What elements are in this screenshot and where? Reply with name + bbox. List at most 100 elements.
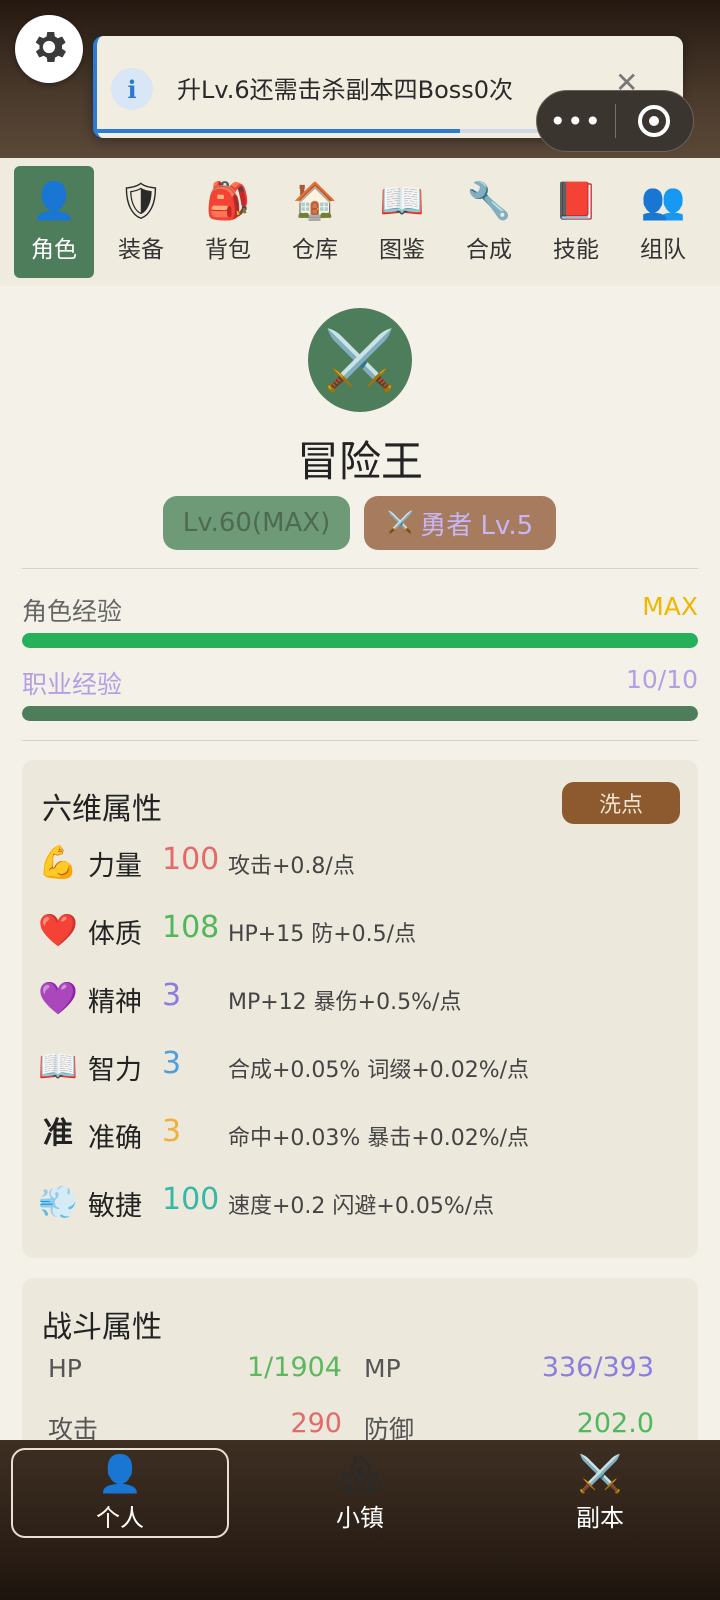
attributes-card: 六维属性 洗点 💪 力量 100 攻击+0.8/点 ❤️ 体质 108 HP+15 防+0.5… (22, 760, 698, 1258)
character-exp-value: MAX (642, 592, 698, 621)
zhun-glyph-icon: 准 (43, 1116, 73, 1151)
divider (22, 568, 698, 569)
gear-icon (28, 26, 70, 72)
toast-progress-fill (97, 129, 461, 133)
attribute-row: 💨 敏捷 100 速度+0.2 闪避+0.05%/点 (38, 1176, 678, 1228)
attribute-name: 精神 (88, 987, 142, 1018)
person-icon: 👤 (31, 181, 77, 222)
tab-label: 角色 (31, 237, 77, 263)
tab-label: 装备 (118, 237, 164, 263)
combat-stat-value: 202.0 (576, 1408, 654, 1439)
attribute-name: 体质 (88, 919, 142, 950)
backpack-icon: 🎒 (205, 181, 251, 222)
nav-town[interactable]: 🏘 小镇 (251, 1448, 469, 1538)
tab-label: 图鉴 (379, 237, 425, 263)
attribute-row: 💜 精神 3 MP+12 暴伤+0.5%/点 (38, 972, 678, 1024)
purple-heart-icon: 💜 (38, 979, 78, 1017)
nav-person[interactable]: 👤 个人 (11, 1448, 229, 1538)
tab-house[interactable]: 🏠 仓库 (275, 166, 355, 278)
combat-stat-value: 336/393 (541, 1352, 654, 1383)
attribute-row: ❤️ 体质 108 HP+15 防+0.5/点 (38, 904, 678, 956)
skill-book-icon: 📕 (553, 181, 599, 222)
nav-label: 小镇 (336, 1503, 384, 1532)
settings-button[interactable] (15, 15, 83, 83)
attribute-row: 📖 智力 3 合成+0.05% 词缀+0.02%/点 (38, 1040, 678, 1092)
more-menu-button[interactable]: ••• (537, 105, 615, 138)
nav-label: 个人 (96, 1503, 144, 1532)
tab-label: 技能 (553, 237, 599, 263)
attribute-row: 准准确 3 命中+0.03% 暴击+0.02%/点 (38, 1108, 678, 1160)
attribute-description: 攻击+0.8/点 (228, 854, 355, 879)
mini-program-capsule: ••• (536, 90, 694, 152)
heart-icon: ❤️ (38, 911, 78, 949)
attributes-title: 六维属性 (42, 792, 162, 827)
swords-icon: ⚔️ (577, 1453, 623, 1495)
tab-label: 背包 (205, 237, 251, 263)
attribute-value: 3 (162, 1046, 182, 1081)
combat-stat-label: MP (364, 1354, 401, 1383)
wrench-icon: 🔧 (466, 181, 512, 222)
job-exp-label: 职业经验 (22, 670, 123, 699)
attribute-description: HP+15 防+0.5/点 (228, 922, 417, 947)
book-icon: 📖 (38, 1047, 78, 1085)
attribute-value: 108 (162, 910, 220, 945)
info-icon: i (111, 68, 153, 110)
house-icon: 🏠 (292, 181, 338, 222)
main-tabs: 👤 角色 🛡 装备 🎒 背包 🏠 仓库 📖 图鉴 🔧 合成 📕 技能 👥 组队 (0, 158, 720, 286)
book-icon: 📖 (379, 181, 425, 222)
combat-card: 战斗属性 HP 1/1904 MP 336/393 攻击 290 防御 202.0 (22, 1278, 698, 1458)
combat-stat-label: HP (48, 1354, 82, 1383)
attribute-row: 💪 力量 100 攻击+0.8/点 (38, 836, 678, 888)
toast-message: 升Lv.6还需击杀副本四Boss0次 (177, 76, 514, 104)
tab-label: 组队 (640, 237, 686, 263)
job-exp-bar (22, 706, 698, 721)
job-exp-fill (22, 706, 698, 721)
top-header: i 升Lv.6还需击杀副本四Boss0次 ✕ ••• (0, 0, 720, 158)
character-exp-fill (22, 633, 698, 648)
shield-icon: 🛡 (118, 181, 164, 222)
target-icon (638, 105, 671, 137)
muscle-icon: 💪 (38, 843, 78, 881)
tab-shield[interactable]: 🛡 装备 (101, 166, 181, 278)
attribute-name: 敏捷 (88, 1191, 142, 1222)
combat-stat-value: 290 (290, 1408, 342, 1439)
reset-points-button[interactable]: 洗点 (562, 782, 680, 824)
class-badge: ⚔️ 勇者 Lv.5 (364, 496, 556, 550)
attribute-description: 合成+0.05% 词缀+0.02%/点 (228, 1058, 530, 1083)
combat-stat-value: 1/1904 (247, 1352, 342, 1383)
tab-wrench[interactable]: 🔧 合成 (449, 166, 529, 278)
tab-book[interactable]: 📖 图鉴 (362, 166, 442, 278)
tab-backpack[interactable]: 🎒 背包 (188, 166, 268, 278)
character-exp-label: 角色经验 (22, 597, 123, 626)
tab-skill-book[interactable]: 📕 技能 (536, 166, 616, 278)
attribute-name: 智力 (88, 1055, 142, 1086)
attribute-value: 3 (162, 978, 182, 1013)
attribute-description: MP+12 暴伤+0.5%/点 (228, 990, 462, 1015)
attribute-value: 100 (162, 842, 220, 877)
team-icon: 👥 (640, 181, 686, 222)
tab-team[interactable]: 👥 组队 (623, 166, 703, 278)
attribute-name: 力量 (88, 851, 142, 882)
bottom-nav: 👤 个人 🏘 小镇 ⚔️ 副本 (0, 1440, 720, 1600)
combat-title: 战斗属性 (42, 1310, 162, 1345)
class-badge-label: 勇者 Lv.5 (420, 510, 534, 541)
level-badge: Lv.60(MAX) (163, 496, 350, 550)
tab-label: 仓库 (292, 237, 338, 263)
crossed-swords-icon: ⚔️ (386, 510, 415, 536)
character-exp-bar (22, 633, 698, 648)
attribute-name: 准确 (88, 1123, 142, 1154)
attribute-description: 速度+0.2 闪避+0.05%/点 (228, 1194, 495, 1219)
tab-label: 合成 (466, 237, 512, 263)
attribute-description: 命中+0.03% 暴击+0.02%/点 (228, 1126, 530, 1151)
person-icon: 👤 (97, 1453, 143, 1495)
attribute-value: 3 (162, 1114, 182, 1149)
nav-swords[interactable]: ⚔️ 副本 (491, 1448, 709, 1538)
nav-label: 副本 (576, 1503, 624, 1532)
job-exp-value: 10/10 (625, 665, 698, 694)
tab-person[interactable]: 👤 角色 (14, 166, 94, 278)
close-mini-program-button[interactable] (616, 105, 694, 137)
wind-icon: 💨 (38, 1183, 78, 1221)
crossed-swords-icon: ⚔️ (323, 325, 397, 394)
avatar: ⚔️ (308, 308, 412, 412)
divider (22, 740, 698, 741)
